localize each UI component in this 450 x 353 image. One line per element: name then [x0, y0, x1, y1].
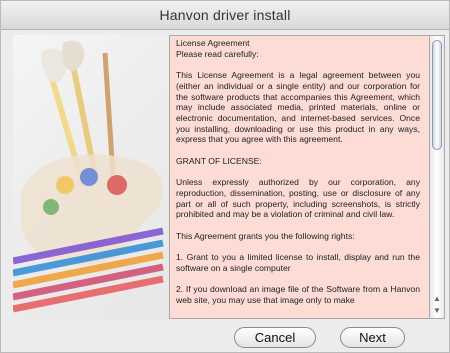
paint-palette-and-pencils-icon — [13, 40, 164, 313]
next-button[interactable]: Next — [340, 327, 405, 348]
scrollbar-thumb[interactable] — [432, 40, 442, 150]
license-agreement-text: License Agreement Please read carefully:… — [176, 38, 420, 305]
license-scrollbar[interactable]: ▲ ▼ — [429, 35, 445, 319]
artwork-panel — [13, 35, 169, 319]
window-title: Hanvon driver install — [1, 1, 449, 30]
installer-window: Hanvon driver install License Agreement … — [0, 0, 450, 353]
cancel-button[interactable]: Cancel — [234, 327, 316, 348]
scroll-down-arrow-icon[interactable]: ▼ — [432, 306, 442, 316]
license-agreement-textbox[interactable]: License Agreement Please read carefully:… — [169, 35, 431, 319]
scroll-up-arrow-icon[interactable]: ▲ — [432, 294, 442, 304]
